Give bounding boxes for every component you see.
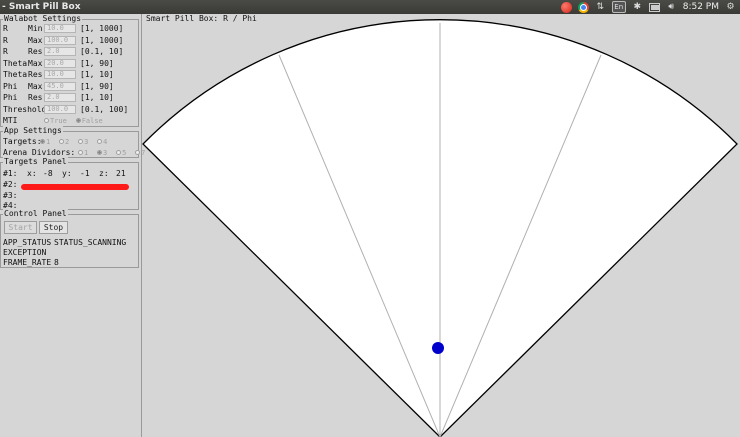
setting-range: [0.1, 10] [80,47,124,56]
radio-label: 2 [65,138,70,146]
setting-range: [1, 1000] [80,24,124,33]
radio-label: 5 [122,149,127,157]
threshold-input[interactable] [44,104,76,114]
theta-max-input[interactable] [44,58,76,68]
setting-range: [1, 1000] [80,35,124,45]
target-y-value: -1 [80,169,90,178]
r-res-input[interactable] [44,47,76,56]
radio-button[interactable] [78,149,83,155]
status-value: STATUS_SCANNING [54,238,127,247]
setting-range: [1, 90] [80,81,114,91]
arena-option-1[interactable]: 1 [78,148,92,157]
bluetooth-icon[interactable]: ✱ [632,2,643,13]
setting-sublabel: Res [28,93,43,102]
setting-label: R [3,24,8,33]
targets-panel-title: Targets Panel [3,157,68,167]
setting-label: Theta [3,58,28,68]
app-settings-title: App Settings [3,126,63,136]
radio-label: 3 [84,138,89,146]
start-button[interactable]: Start [4,221,37,234]
volume-icon[interactable]: 🔊︎ [666,2,677,13]
radio-label: 1 [84,149,89,157]
arena-option-5[interactable]: 5 [116,148,130,157]
setting-sublabel: Max [28,81,43,91]
r-max-input[interactable] [44,35,76,45]
radio-button[interactable] [40,138,45,144]
targets-option-3[interactable]: 3 [78,137,92,146]
status-value: 8 [54,258,59,267]
radio-label: 4 [103,138,108,146]
radio-button[interactable] [75,117,81,123]
record-indicator-icon[interactable] [560,1,572,13]
settings-gear-icon[interactable]: ⚙ [725,2,736,13]
setting-label: Phi [3,81,18,91]
r-min-input[interactable] [44,24,76,33]
clock[interactable]: 8:52 PM [683,0,719,14]
target-z-label: z: [99,169,109,178]
targets-option-4[interactable]: 4 [97,137,111,146]
target-marker [432,342,444,354]
setting-range: [1, 10] [80,70,114,79]
status-key: FRAME_RATE [3,258,52,267]
control-panel-title: Control Panel [3,209,68,219]
setting-sublabel: Min [28,24,43,33]
target-y-label: y: [62,169,72,178]
setting-sublabel: Max [28,35,43,45]
setting-label: R [3,35,8,45]
target-x-value: -8 [43,169,53,178]
phi-res-input[interactable] [44,93,76,102]
radio-button[interactable] [97,149,103,155]
mti-label: MTI [3,116,18,125]
radio-label: 3 [103,149,108,157]
target-id: #2: [3,180,18,189]
battery-icon[interactable] [648,2,660,13]
target-id: #1: [3,169,18,178]
system-tray: ⇅ En ✱ 🔊︎ 8:52 PM ⚙ [560,0,736,14]
setting-label: Theta [3,70,28,79]
mti-option-true[interactable]: True [44,116,71,125]
arena-option-3[interactable]: 3 [97,148,111,157]
arena-options: 1 3 5 7 [78,147,149,159]
control-panel: Control Panel Start Stop APP_STATUS STAT… [0,209,139,268]
radio-button[interactable] [135,149,141,155]
setting-range: [1, 10] [80,93,114,102]
radio-button[interactable] [78,138,84,144]
walabot-settings-panel: Walabot Settings R Min [1, 1000] R Max [… [0,14,139,127]
setting-sublabel: Res [28,70,43,79]
network-transfer-icon[interactable]: ⇅ [595,2,606,13]
mti-option-false[interactable]: False [75,116,107,125]
arena-canvas[interactable] [141,14,740,437]
setting-label: Threshold [3,104,47,114]
radio-button[interactable] [116,149,122,155]
radio-label: 1 [46,138,51,146]
window-title: - Smart Pill Box [2,2,81,12]
targets-panel: Targets Panel #1: x: -8 y: -1 z: 21 #2: … [0,157,139,210]
radio-button[interactable] [97,138,103,144]
setting-label: Phi [3,93,18,102]
setting-sublabel: Res [28,47,43,56]
walabot-settings-title: Walabot Settings [3,14,83,24]
radio-button[interactable] [59,138,65,144]
target-x-label: x: [27,169,37,178]
targets-label: Targets: [3,137,42,146]
setting-label: R [3,47,8,56]
phi-max-input[interactable] [44,81,76,91]
radio-button[interactable] [44,117,49,123]
setting-sublabel: Max [28,58,43,68]
keyboard-language-indicator[interactable]: En [611,1,626,13]
setting-range: [1, 90] [80,58,114,68]
title-bar: - Smart Pill Box ⇅ En ✱ 🔊︎ 8:52 PM ⚙ [0,0,740,14]
theta-res-input[interactable] [44,70,76,79]
radio-label: False [81,117,103,125]
radio-label: True [50,117,67,125]
target-z-value: 21 [116,169,126,178]
redaction-mark [21,184,129,190]
targets-option-2[interactable]: 2 [59,137,73,146]
app-settings-panel: App Settings Targets: 1 2 3 4 Arena Divi… [0,126,145,158]
chrome-icon[interactable] [577,1,589,13]
setting-range: [0.1, 100] [80,104,129,114]
stop-button[interactable]: Stop [39,221,68,234]
targets-option-1[interactable]: 1 [40,137,54,146]
